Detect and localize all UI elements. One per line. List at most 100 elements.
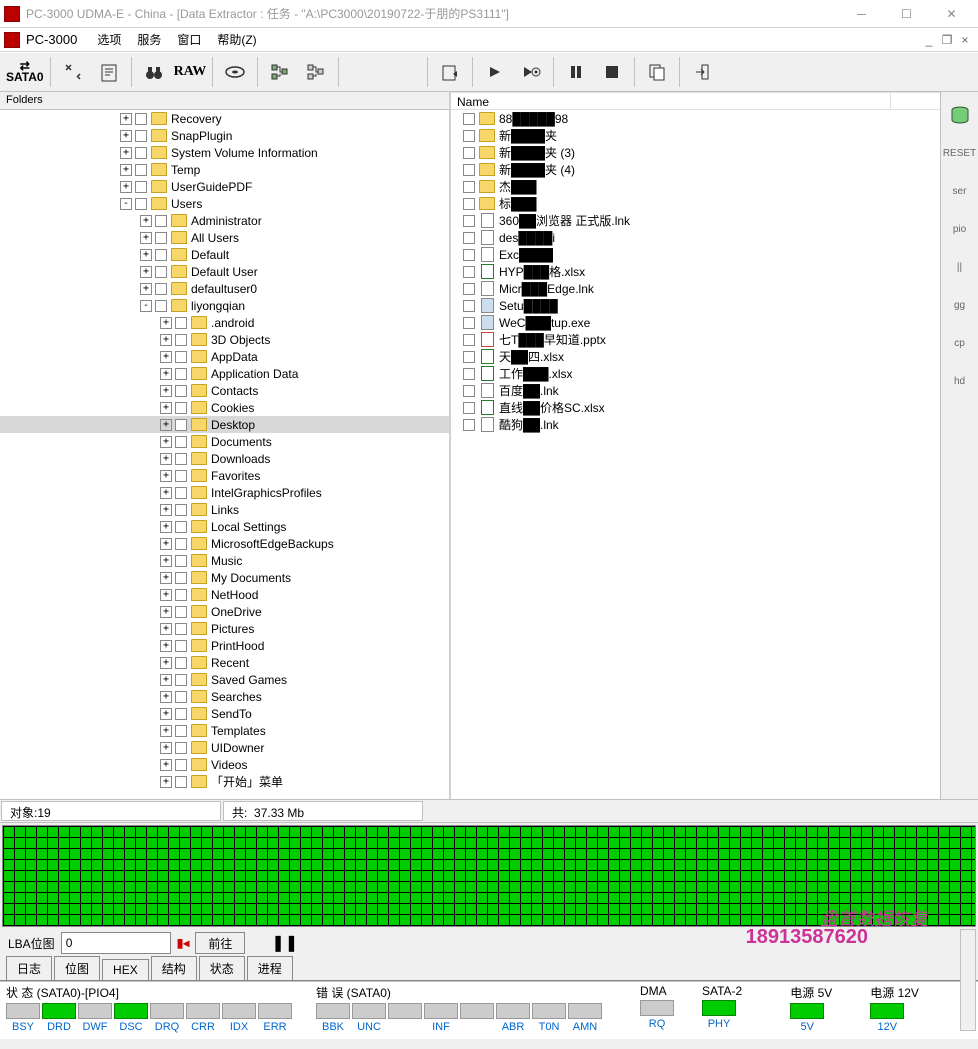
checkbox[interactable] [463,164,475,176]
list-header[interactable]: Name [451,92,978,110]
list-item[interactable]: HYP███格.xlsx [451,263,978,280]
tree-row[interactable]: +Favorites [0,467,449,484]
list-item[interactable]: WeC███tup.exe [451,314,978,331]
expand-icon[interactable]: + [120,113,132,125]
expand-icon[interactable]: + [160,487,172,499]
checkbox[interactable] [175,640,187,652]
tree-row[interactable]: +AppData [0,348,449,365]
sector-scrollbar[interactable] [960,929,976,1031]
tree1-icon[interactable] [263,55,297,89]
side-button[interactable]: ser [944,175,976,207]
tree-row[interactable]: +Pictures [0,620,449,637]
checkbox[interactable] [463,215,475,227]
checkbox[interactable] [175,572,187,584]
side-button[interactable]: pio [944,213,976,245]
script-icon[interactable] [92,55,126,89]
folder-tree[interactable]: +Recovery+SnapPlugin+System Volume Infor… [0,110,449,799]
tab[interactable]: 进程 [247,956,293,980]
checkbox[interactable] [135,147,147,159]
maximize-button[interactable]: ☐ [884,0,929,28]
checkbox[interactable] [175,623,187,635]
tree-row[interactable]: +NetHood [0,586,449,603]
expand-icon[interactable]: + [160,572,172,584]
checkbox[interactable] [175,470,187,482]
play-gear-icon[interactable] [514,55,548,89]
expand-icon[interactable]: + [160,606,172,618]
checkbox[interactable] [175,368,187,380]
tree-row[interactable]: +Videos [0,756,449,773]
expand-icon[interactable]: + [160,521,172,533]
expand-icon[interactable]: + [140,283,152,295]
column-name[interactable]: Name [451,93,891,109]
checkbox[interactable] [463,300,475,312]
list-item[interactable]: 360██浏览器 正式版.lnk [451,212,978,229]
checkbox[interactable] [175,317,187,329]
checkbox[interactable] [155,266,167,278]
tools-icon[interactable] [56,55,90,89]
tree-row[interactable]: +Documents [0,433,449,450]
list-item[interactable]: 新████夹 (4) [451,161,978,178]
exit-icon[interactable] [685,55,719,89]
expand-icon[interactable]: + [140,266,152,278]
checkbox[interactable] [175,725,187,737]
expand-icon[interactable]: + [160,351,172,363]
checkbox[interactable] [463,266,475,278]
tree-row[interactable]: +Recent [0,654,449,671]
expand-icon[interactable]: + [140,249,152,261]
list-item[interactable]: Micr███Edge.lnk [451,280,978,297]
checkbox[interactable] [155,232,167,244]
expand-icon[interactable]: + [160,657,172,669]
tree-row[interactable]: +Templates [0,722,449,739]
list-item[interactable]: 百度██.lnk [451,382,978,399]
checkbox[interactable] [175,351,187,363]
expand-icon[interactable]: + [160,691,172,703]
expand-icon[interactable]: + [160,776,172,788]
tree-row[interactable]: +Cookies [0,399,449,416]
sata-button[interactable]: ⇄SATA0 [5,55,45,89]
expand-icon[interactable]: + [120,130,132,142]
checkbox[interactable] [175,521,187,533]
side-button[interactable]: hd [944,365,976,397]
import-icon[interactable] [433,55,467,89]
expand-icon[interactable]: + [160,589,172,601]
binoculars-icon[interactable] [137,55,171,89]
checkbox[interactable] [463,368,475,380]
checkbox[interactable] [155,300,167,312]
expand-icon[interactable]: + [160,436,172,448]
checkbox[interactable] [135,181,147,193]
menu-item[interactable]: 选项 [89,33,129,47]
disk-icon[interactable] [218,55,252,89]
play-icon[interactable] [478,55,512,89]
checkbox[interactable] [463,351,475,363]
expand-icon[interactable]: + [160,759,172,771]
tree-row[interactable]: +Recovery [0,110,449,127]
tree-row[interactable]: +Local Settings [0,518,449,535]
checkbox[interactable] [135,130,147,142]
side-button[interactable]: || [944,251,976,283]
checkbox[interactable] [175,487,187,499]
checkbox[interactable] [463,130,475,142]
checkbox[interactable] [463,232,475,244]
checkbox[interactable] [155,283,167,295]
list-item[interactable]: 新████夹 [451,127,978,144]
list-item[interactable]: 新████夹 (3) [451,144,978,161]
checkbox[interactable] [175,555,187,567]
checkbox[interactable] [175,453,187,465]
tree-row[interactable]: -liyongqian [0,297,449,314]
doc-close-button[interactable]: × [956,33,974,47]
expand-icon[interactable]: + [120,181,132,193]
doc-restore-button[interactable]: ❐ [938,33,956,47]
expand-icon[interactable]: + [160,368,172,380]
menu-item[interactable]: 窗口 [169,33,209,47]
checkbox[interactable] [175,674,187,686]
checkbox[interactable] [135,113,147,125]
menu-item[interactable]: 帮助(Z) [209,33,264,47]
checkbox[interactable] [175,708,187,720]
tree-row[interactable]: +Contacts [0,382,449,399]
tree-row[interactable]: +UIDowner [0,739,449,756]
list-item[interactable]: Exc████ [451,246,978,263]
expand-icon[interactable]: + [120,164,132,176]
checkbox[interactable] [463,317,475,329]
checkbox[interactable] [175,606,187,618]
checkbox[interactable] [463,113,475,125]
